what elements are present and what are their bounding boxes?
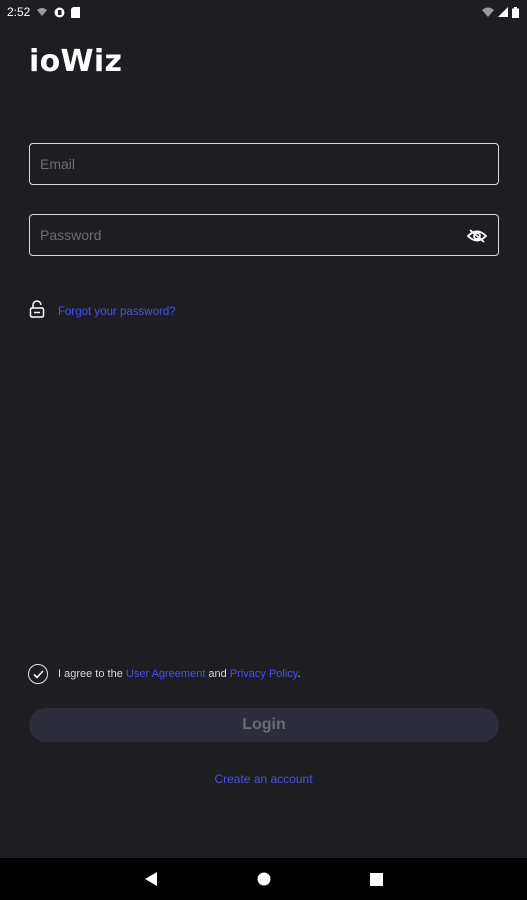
wifi-calling-icon — [36, 7, 48, 17]
status-right — [482, 6, 519, 18]
app-title: ioWiz — [29, 44, 123, 79]
navigation-bar — [0, 858, 527, 900]
forgot-password-link[interactable]: Forgot your password? — [58, 306, 176, 318]
status-bar: 2:52 — [0, 0, 527, 24]
password-field-container — [29, 214, 499, 256]
recents-icon[interactable] — [356, 858, 396, 900]
agreement-text: I agree to the User Agreement and Privac… — [58, 668, 301, 680]
privacy-policy-link[interactable]: Privacy Policy — [230, 668, 298, 680]
app-notification-icon — [54, 7, 65, 18]
eye-off-icon[interactable] — [466, 225, 488, 247]
email-input[interactable] — [30, 144, 498, 184]
status-time: 2:52 — [7, 5, 31, 19]
email-field-container — [29, 143, 499, 185]
check-icon — [32, 669, 44, 679]
user-agreement-link[interactable]: User Agreement — [126, 668, 205, 680]
create-account-link[interactable]: Create an account — [214, 772, 312, 786]
agreement-suffix: . — [297, 668, 301, 680]
sd-card-icon — [71, 6, 81, 18]
wifi-icon — [482, 7, 494, 17]
lock-icon — [29, 300, 45, 323]
battery-icon — [512, 6, 519, 18]
agreement-and: and — [205, 668, 230, 680]
create-account-row: Create an account — [0, 770, 527, 788]
forgot-password-row: Forgot your password? — [29, 300, 176, 323]
login-button[interactable]: Login — [29, 708, 499, 742]
agreement-prefix: I agree to the — [58, 668, 126, 680]
signal-icon — [498, 7, 508, 17]
agreement-checkbox[interactable] — [28, 664, 48, 684]
password-input[interactable] — [30, 215, 498, 255]
home-icon[interactable] — [244, 858, 284, 900]
status-left: 2:52 — [7, 5, 81, 19]
back-icon[interactable] — [131, 858, 171, 900]
agreement-row: I agree to the User Agreement and Privac… — [28, 664, 301, 684]
